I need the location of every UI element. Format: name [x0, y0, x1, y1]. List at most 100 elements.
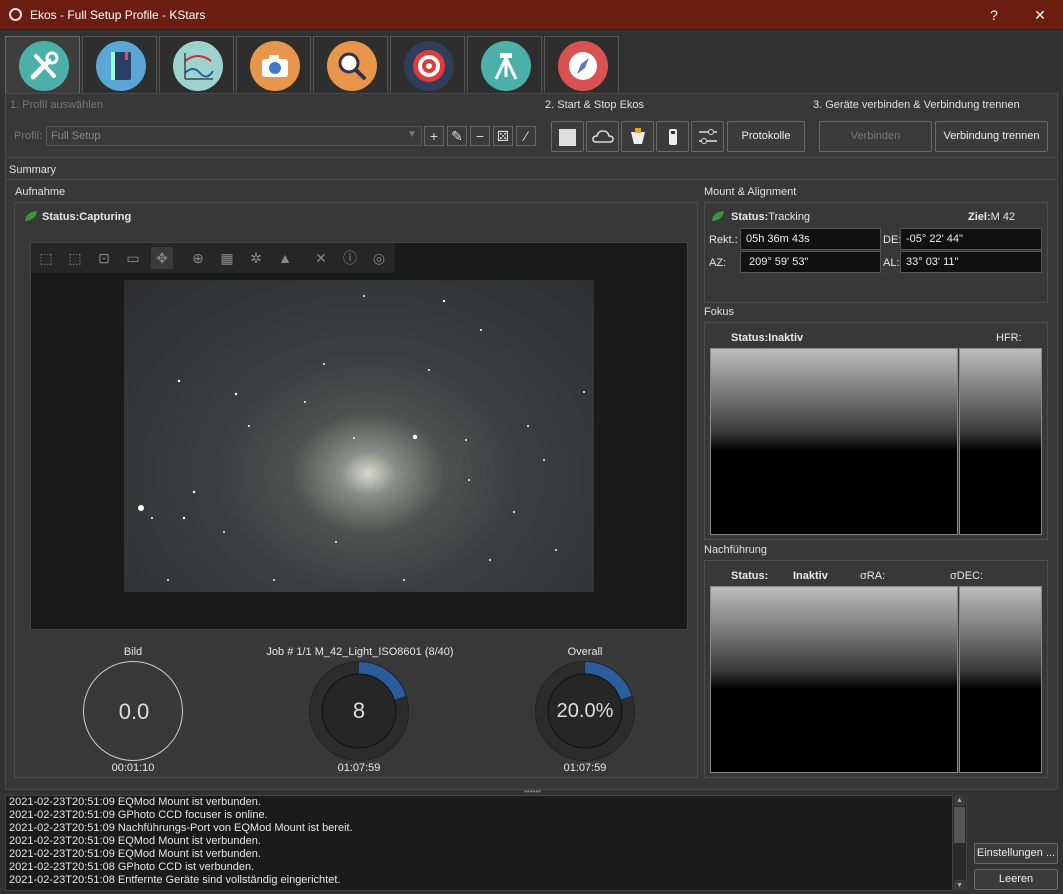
- tab-guide[interactable]: [390, 36, 465, 92]
- disconnect-button[interactable]: Verbindung trennen: [935, 121, 1048, 152]
- image-time: 00:01:10: [111, 762, 155, 774]
- profile-combo[interactable]: Full Setup ▼: [46, 126, 422, 146]
- dice-icon: ⚄: [496, 128, 510, 144]
- pan-icon[interactable]: ✥: [151, 247, 173, 269]
- tab-setup[interactable]: [5, 36, 80, 94]
- profile-wizard-button[interactable]: ⁄: [516, 126, 536, 146]
- settings-sliders-button[interactable]: [691, 121, 724, 152]
- leaf-status-icon: [710, 209, 726, 226]
- leaf-status-icon: [23, 209, 39, 226]
- target-icon: [404, 41, 454, 91]
- overall-progress-ring: 20.0%: [535, 661, 635, 761]
- log-line: 2021-02-23T20:51:08 GPhoto CCD ist verbu…: [9, 861, 255, 873]
- log-line: 2021-02-23T20:51:08 Entfernte Geräte sin…: [9, 874, 341, 886]
- settings-button[interactable]: Einstellungen ...: [974, 843, 1058, 864]
- capture-status: Status:Capturing: [42, 211, 131, 223]
- cloud-icon: [592, 130, 614, 143]
- target-crosshair-icon[interactable]: ◎: [368, 247, 390, 269]
- tab-analyze[interactable]: [159, 36, 234, 92]
- focus-status-label: Status:: [731, 332, 769, 344]
- info-icon[interactable]: ⓘ: [339, 247, 361, 269]
- connect-button[interactable]: Verbinden: [819, 121, 932, 152]
- tab-mount[interactable]: [467, 36, 542, 92]
- log-line: 2021-02-23T20:51:09 EQMod Mount ist verb…: [9, 835, 261, 847]
- stop-ekos-button[interactable]: [551, 121, 584, 152]
- image-toolbar: ⬚ ⬚ ⊡ ▭ ✥ ⊕ ▦ ✲ ▲ ✕ ⓘ ◎: [31, 243, 395, 273]
- sliders-icon: [699, 129, 717, 144]
- startstop-section-title: 2. Start & Stop Ekos: [545, 99, 645, 111]
- plus-icon: +: [429, 128, 439, 144]
- job-progress-ring: 8: [309, 661, 409, 761]
- summary-label: Summary: [9, 164, 57, 176]
- profile-dice-button[interactable]: ⚄: [493, 126, 513, 146]
- log-line: 2021-02-23T20:51:09 GPhoto CCD focuser i…: [9, 809, 268, 821]
- control-panel-icon: [631, 128, 645, 144]
- scroll-down-icon[interactable]: ▼: [954, 880, 965, 891]
- magic-wand-icon: ⁄: [524, 128, 528, 144]
- notebook-icon: [96, 41, 146, 91]
- log-list[interactable]: 2021-02-23T20:51:09 EQMod Mount ist verb…: [5, 795, 967, 891]
- hfr-label: HFR:: [996, 332, 1022, 344]
- log-line: 2021-02-23T20:51:09 EQMod Mount ist verb…: [9, 848, 261, 860]
- az-value: 209° 59' 53": [740, 251, 881, 273]
- mount-status-label: Status:: [731, 211, 769, 223]
- divider: [5, 157, 1058, 158]
- tab-focus[interactable]: [313, 36, 388, 92]
- log-line: 2021-02-23T20:51:09 EQMod Mount ist verb…: [9, 796, 261, 808]
- capture-status-value: Capturing: [79, 211, 132, 223]
- zoom-fit-icon[interactable]: ▭: [122, 247, 144, 269]
- histogram-icon[interactable]: ▲: [274, 247, 296, 269]
- indi-control-panel-button[interactable]: [621, 121, 654, 152]
- tripod-icon: [481, 41, 531, 91]
- pencil-icon: ✎: [451, 128, 463, 144]
- tab-scheduler[interactable]: [82, 36, 157, 92]
- devices-section-title: 3. Geräte verbinden & Verbindung trennen: [813, 99, 1020, 111]
- tab-capture[interactable]: [236, 36, 311, 92]
- mount-target-label: Ziel:: [968, 211, 991, 223]
- mount-title: Mount & Alignment: [704, 186, 797, 198]
- edit-profile-button[interactable]: ✎: [447, 126, 467, 146]
- title-bar: Ekos - Full Setup Profile - KStars ? ✕: [0, 0, 1063, 30]
- close-button[interactable]: ✕: [1020, 4, 1060, 26]
- graph-icon: [173, 41, 223, 91]
- zoom-in-icon[interactable]: ⬚: [35, 247, 57, 269]
- clear-log-button[interactable]: Leeren: [974, 869, 1058, 890]
- de-value: -05° 22' 44": [900, 228, 1042, 250]
- stars-icon[interactable]: ✲: [245, 247, 267, 269]
- usb-device-icon: [669, 129, 677, 145]
- job-label: Job # 1/1 M_42_Light_ISO8601 (8/40): [266, 646, 454, 658]
- image-gauge: 0.0: [83, 661, 183, 761]
- m42-image: [124, 280, 594, 592]
- profile-value: Full Setup: [51, 130, 101, 142]
- scroll-thumb[interactable]: [954, 807, 965, 843]
- overall-gauge-value: 20.0%: [556, 700, 614, 722]
- constellation-icon[interactable]: ✕: [310, 247, 332, 269]
- help-button[interactable]: ?: [974, 4, 1014, 26]
- tab-align[interactable]: [544, 36, 619, 92]
- crosshair-icon[interactable]: ⊕: [187, 247, 209, 269]
- delete-profile-button[interactable]: −: [470, 126, 490, 146]
- star-field: [138, 295, 585, 581]
- add-profile-button[interactable]: +: [424, 126, 444, 146]
- log-scrollbar[interactable]: ▲ ▼: [952, 795, 966, 891]
- sigma-ra-label: σRA:: [860, 570, 886, 582]
- grid-icon[interactable]: ▦: [216, 247, 238, 269]
- az-label: AZ:: [709, 257, 727, 269]
- overall-time: 01:07:59: [563, 762, 607, 774]
- capture-title: Aufnahme: [15, 186, 66, 198]
- job-time: 01:07:59: [337, 762, 381, 774]
- mount-target-value: M 42: [990, 211, 1016, 223]
- scroll-up-icon[interactable]: ▲: [954, 795, 965, 806]
- device-button[interactable]: [656, 121, 689, 152]
- zoom-out-icon[interactable]: ⬚: [64, 247, 86, 269]
- mount-status: Status:Tracking: [731, 211, 810, 223]
- wrench-screwdriver-icon: [19, 41, 69, 91]
- cloud-button[interactable]: [586, 121, 619, 152]
- job-gauge-value: 8: [352, 698, 366, 723]
- logs-button[interactable]: Protokolle: [727, 121, 805, 152]
- minus-icon: −: [475, 128, 485, 144]
- zoom-default-icon[interactable]: ⊡: [93, 247, 115, 269]
- module-tab-bar: [5, 36, 1058, 94]
- capture-status-label: Status:: [42, 211, 80, 223]
- ra-label: Rekt.:: [709, 234, 738, 246]
